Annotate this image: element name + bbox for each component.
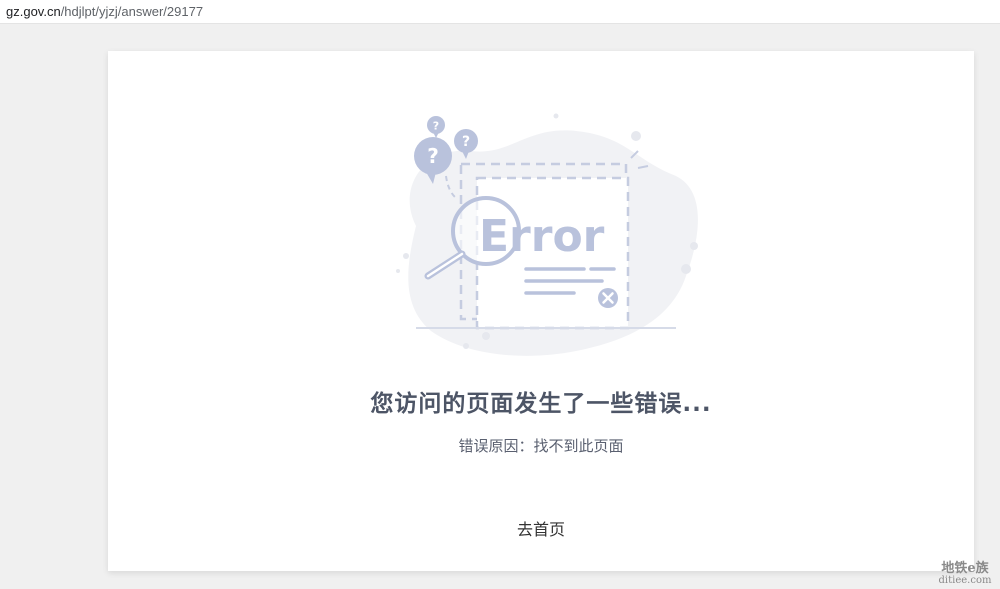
svg-text:?: ? xyxy=(462,134,470,150)
decor-dot xyxy=(403,253,409,259)
error-title: 您访问的页面发生了一些错误... xyxy=(370,391,712,417)
decor-dot xyxy=(631,131,641,141)
watermark-line2: ditiee.com xyxy=(938,574,992,586)
decor-dot xyxy=(463,343,469,349)
go-home-link[interactable]: 去首页 xyxy=(491,517,591,543)
error-reason: 错误原因：找不到此页面 xyxy=(458,437,624,455)
decor-dot xyxy=(553,113,559,119)
url-host: gz.gov.cn xyxy=(6,4,61,19)
decor-dot xyxy=(681,264,691,274)
decor-dot xyxy=(482,332,490,340)
svg-text:?: ? xyxy=(427,144,439,168)
decor-dot xyxy=(396,269,400,273)
error-card: ? ? ? Error 您访问的页面发生了一些错误... 错误原因：找不到此页面… xyxy=(108,51,974,571)
error-word: Error xyxy=(479,211,605,262)
address-bar[interactable]: gz.gov.cn/hdjlpt/yjzj/answer/29177 xyxy=(0,0,1000,24)
watermark-line1: 地铁e族 xyxy=(941,560,989,576)
site-watermark: 地铁e族 ditiee.com xyxy=(934,562,996,586)
error-illustration: ? ? ? Error xyxy=(396,113,698,356)
close-circle-icon xyxy=(598,288,618,308)
question-bubble-icon: ? xyxy=(427,116,445,138)
svg-text:?: ? xyxy=(433,120,439,133)
decor-dot xyxy=(690,242,698,250)
url-path: /hdjlpt/yjzj/answer/29177 xyxy=(60,4,204,19)
